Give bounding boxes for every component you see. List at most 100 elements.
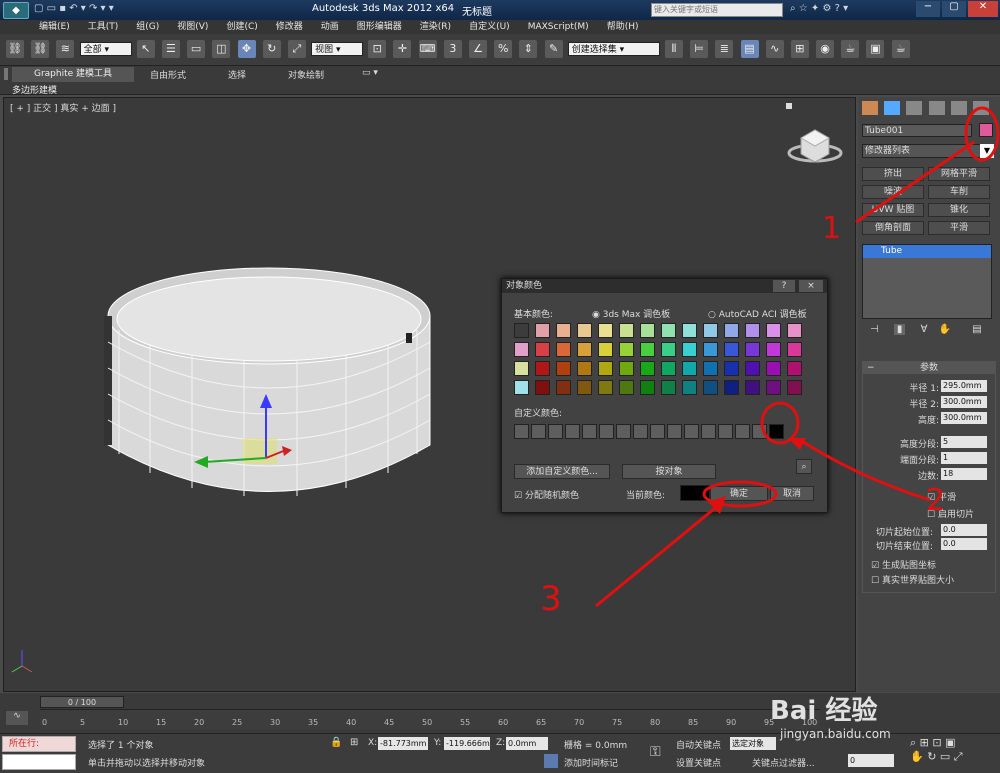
ref-coord-dropdown[interactable]: 视图 ▾ [311,42,364,56]
perspective-viewport[interactable]: [ + ] 正交 ] 真实 + 边面 ] 对象颜色 ? × 基本颜色: ◉ 3d… [3,97,856,692]
select-object-icon[interactable]: ↖ [136,40,155,58]
cancel-button[interactable]: 取消 [770,486,814,501]
snap-3d-icon[interactable]: 3 [443,40,462,58]
quick-access-toolbar[interactable]: ▢ ▭ ▪ ↶ ▾ ↷ ▾ ▾ [34,3,114,14]
menu-item[interactable]: 创建(C) [217,20,266,34]
basic-color-swatch[interactable] [745,361,760,376]
percent-snap-icon[interactable]: % [494,40,513,58]
custom-color-swatch[interactable] [582,424,597,439]
mirror-icon[interactable]: ⫴ [664,40,683,58]
basic-color-swatch[interactable] [577,361,592,376]
basic-color-swatch[interactable] [577,323,592,338]
show-end-result-icon[interactable]: ▮ [893,324,906,335]
basic-color-swatch[interactable] [556,380,571,395]
current-color-swatch[interactable] [680,485,710,501]
basic-color-swatch[interactable] [661,361,676,376]
basic-color-swatch[interactable] [556,323,571,338]
basic-color-swatch[interactable] [598,361,613,376]
basic-color-swatch[interactable] [703,323,718,338]
basic-color-swatch[interactable] [682,323,697,338]
add-time-tag[interactable]: 添加时间标记 [564,756,618,769]
menu-item[interactable]: 动画 [312,20,348,34]
basic-color-swatch[interactable] [598,323,613,338]
set-key-icon[interactable]: ⚿ [650,744,661,760]
current-frame-field[interactable]: 0 [848,754,894,767]
basic-color-swatch[interactable] [514,323,529,338]
basic-color-swatch[interactable] [724,342,739,357]
modifier-dropdown-arrow-icon[interactable]: ▼ [980,144,994,158]
basic-color-swatch[interactable] [745,323,760,338]
basic-color-swatch[interactable] [661,342,676,357]
radio-autocad-palette[interactable]: ○ AutoCAD ACI 调色板 [708,307,807,320]
hierarchy-tab-icon[interactable] [906,101,923,115]
app-logo-icon[interactable]: ◆ [3,2,29,19]
render-frame-icon[interactable]: ▣ [866,40,885,58]
basic-color-swatch[interactable] [766,361,781,376]
modifier-button[interactable]: 锥化 [928,203,990,217]
basic-color-swatch[interactable] [535,361,550,376]
custom-color-swatch[interactable] [718,424,733,439]
menu-item[interactable]: 工具(T) [79,20,128,34]
menu-item[interactable]: 编辑(E) [30,20,79,34]
param-spinner[interactable]: 300.0mm [941,412,987,424]
basic-color-swatch[interactable] [535,323,550,338]
basic-color-swatch[interactable] [745,342,760,357]
make-unique-icon[interactable]: ∀ [921,324,928,335]
help-button[interactable]: ? [773,280,795,292]
slice-on-checkbox[interactable]: ☐ 启用切片 [927,507,974,520]
menu-item[interactable]: 渲染(R) [411,20,460,34]
key-filters-button[interactable]: 关键点过滤器... [752,756,815,769]
basic-color-swatch[interactable] [640,361,655,376]
object-color-swatch[interactable] [979,123,993,137]
basic-color-swatch[interactable] [640,342,655,357]
radio-3dsmax-palette[interactable]: ◉ 3ds Max 调色板 [592,307,670,320]
custom-color-swatch[interactable] [752,424,767,439]
basic-color-swatch[interactable] [556,361,571,376]
custom-color-selected[interactable] [769,424,784,439]
menu-item[interactable]: MAXScript(M) [519,20,598,34]
mini-curve-editor-icon[interactable]: ∿ [6,711,28,725]
basic-color-swatch[interactable] [682,380,697,395]
slice-from-spinner[interactable]: 0.0 [941,524,987,536]
modifier-stack[interactable]: Tube [862,244,992,319]
basic-color-swatch[interactable] [598,380,613,395]
basic-color-swatch[interactable] [514,361,529,376]
display-tab-icon[interactable] [950,101,967,115]
named-selection-dropdown[interactable]: 创建选择集 ▾ [567,42,660,56]
infocenter-icons[interactable]: ⌕ ☆ ✦ ⚙ ? ▾ [790,3,848,14]
basic-color-swatch[interactable] [619,380,634,395]
basic-color-swatch[interactable] [766,342,781,357]
motion-tab-icon[interactable] [928,101,945,115]
maxscript-output[interactable] [2,754,76,770]
param-spinner[interactable]: 5 [941,436,987,448]
y-coord-field[interactable]: -119.666m [444,737,490,750]
render-setup-icon[interactable]: ☕ [841,40,860,58]
menu-item[interactable]: 组(G) [127,20,168,34]
maximize-button[interactable]: ▢ [942,1,966,17]
basic-color-swatch[interactable] [535,380,550,395]
select-by-name-icon[interactable]: ☰ [161,40,180,58]
graphite-toggle-icon[interactable]: ▤ [740,40,759,58]
custom-color-swatch[interactable] [650,424,665,439]
modifier-button[interactable]: 挤出 [862,167,924,181]
pivot-icon[interactable]: ⊡ [368,40,387,58]
custom-color-swatch[interactable] [565,424,580,439]
param-spinner[interactable]: 295.0mm [941,380,987,392]
basic-color-swatch[interactable] [703,361,718,376]
dialog-close-button[interactable]: × [799,280,823,292]
custom-color-swatch[interactable] [735,424,750,439]
basic-color-swatch[interactable] [766,323,781,338]
menu-item[interactable]: 帮助(H) [598,20,648,34]
track-bar[interactable]: 0 5 10 15 20 25 30 35 40 45 50 55 60 65 70 75 80 85 90 95 10… [40,709,820,729]
spinner-snap-icon[interactable]: ⇕ [519,40,538,58]
basic-color-swatch[interactable] [787,323,802,338]
ribbon-options-icon[interactable]: ▭ ▾ [362,68,378,78]
time-tag-icon[interactable] [544,754,558,768]
rect-select-icon[interactable]: ▭ [187,40,206,58]
smooth-checkbox[interactable]: ☑ 平滑 [927,490,956,503]
menu-item[interactable]: 修改器 [267,20,312,34]
basic-color-swatch[interactable] [682,342,697,357]
modify-tab-icon[interactable] [884,101,901,115]
param-spinner[interactable]: 18 [941,468,987,480]
menu-item[interactable]: 视图(V) [168,20,217,34]
